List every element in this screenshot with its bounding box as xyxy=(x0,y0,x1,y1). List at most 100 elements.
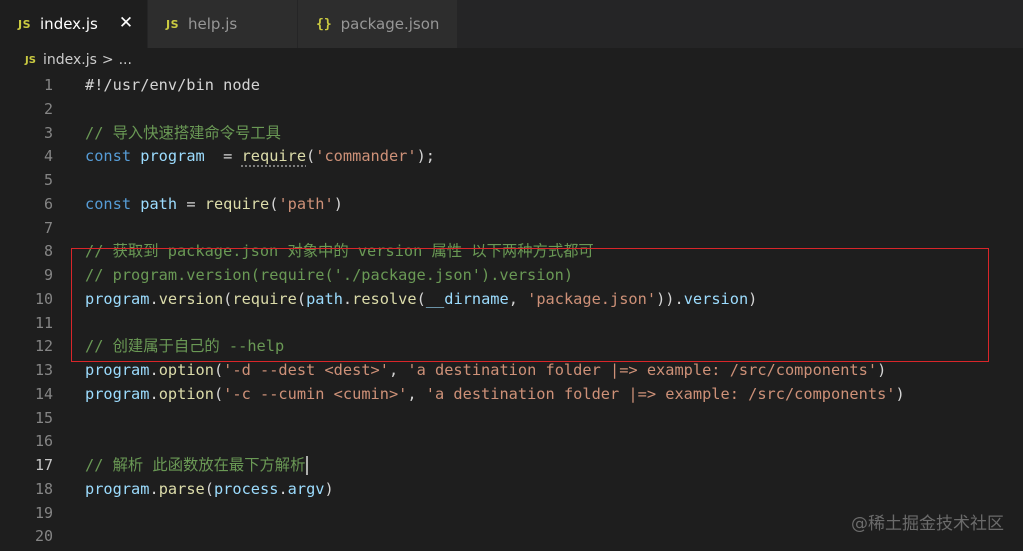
breadcrumb-more[interactable]: ... xyxy=(119,52,132,68)
code-token: program xyxy=(85,384,150,403)
code-token: const xyxy=(85,147,141,166)
code-token: ) xyxy=(748,289,758,308)
tab-help-js[interactable]: JS help.js xyxy=(148,0,298,48)
code-token: )). xyxy=(656,289,684,308)
code-line[interactable]: 11 xyxy=(0,311,1023,335)
tab-label: index.js xyxy=(40,15,98,33)
code-token: // 解析 此函数放在最下方解析 xyxy=(85,456,306,474)
line-number: 1 xyxy=(43,76,53,94)
code-content[interactable]: const program = require('commander'); xyxy=(85,144,435,168)
code-token: = xyxy=(177,194,205,213)
javascript-file-icon: JS xyxy=(25,54,36,66)
tab-bar: JS index.js ✕ JS help.js {} package.json xyxy=(0,0,1023,48)
code-token: path xyxy=(306,289,343,308)
code-line[interactable]: 15 xyxy=(0,406,1023,430)
code-token: = xyxy=(204,147,242,166)
code-token: , xyxy=(508,289,528,308)
code-token: // 导入快速搭建命令号工具 xyxy=(85,123,281,142)
text-cursor xyxy=(306,456,309,475)
line-number: 4 xyxy=(43,147,53,166)
line-number: 13 xyxy=(34,361,53,379)
line-number: 20 xyxy=(34,527,53,546)
code-token: const xyxy=(85,194,141,213)
code-line[interactable]: 17 // 解析 此函数放在最下方解析 xyxy=(0,453,1023,477)
code-token: . xyxy=(149,289,159,308)
code-token: require xyxy=(232,289,297,308)
line-number: 7 xyxy=(43,218,53,237)
line-number: 12 xyxy=(34,337,53,356)
tab-label: help.js xyxy=(188,15,238,33)
line-number: 11 xyxy=(34,313,53,332)
code-content[interactable]: // 获取到 package.json 对象中的 version 属性 以下两种… xyxy=(85,239,594,263)
code-token: require xyxy=(241,147,307,166)
line-number: 5 xyxy=(43,171,53,189)
tab-package-json[interactable]: {} package.json xyxy=(298,0,458,48)
code-content[interactable]: #!/usr/env/bin node xyxy=(85,73,260,97)
close-icon[interactable]: ✕ xyxy=(117,14,135,32)
code-token: '-c --cumin <cumin>' xyxy=(223,384,408,403)
code-token: ); xyxy=(416,147,435,166)
code-token: require xyxy=(204,194,270,213)
code-content[interactable]: program.option('-d --dest <dest>', 'a de… xyxy=(85,358,886,382)
code-line[interactable]: 2 xyxy=(0,97,1023,121)
line-number: 6 xyxy=(43,194,53,213)
line-number: 2 xyxy=(43,99,53,118)
breadcrumb: JS index.js > ... xyxy=(0,48,1023,72)
code-line[interactable]: 4 const program = require('commander'); xyxy=(0,144,1023,168)
code-token: #!/usr/env/bin node xyxy=(85,76,260,94)
code-token: ( xyxy=(416,289,426,308)
code-token: path xyxy=(140,194,178,213)
code-token: program xyxy=(85,289,150,308)
code-token: // 创建属于自己的 --help xyxy=(85,337,285,356)
code-token: ) xyxy=(333,194,343,213)
code-content[interactable]: // 创建属于自己的 --help xyxy=(85,334,284,358)
code-token: option xyxy=(158,361,214,379)
code-editor-window: JS index.js ✕ JS help.js {} package.json… xyxy=(0,0,1023,551)
line-number: 8 xyxy=(43,242,53,261)
code-token: ) xyxy=(895,384,905,403)
code-token: program xyxy=(85,361,150,379)
code-line[interactable]: 8 // 获取到 package.json 对象中的 version 属性 以下两… xyxy=(0,239,1023,263)
code-token: version xyxy=(683,289,749,308)
code-content[interactable]: program.parse(process.argv) xyxy=(85,477,334,501)
code-line[interactable]: 3 // 导入快速搭建命令号工具 xyxy=(0,121,1023,145)
line-number: 16 xyxy=(34,432,53,451)
code-content[interactable]: const path = require('path') xyxy=(85,192,343,216)
code-line[interactable]: 7 xyxy=(0,216,1023,240)
code-content[interactable]: // program.version(require('./package.js… xyxy=(85,263,573,287)
tab-label: package.json xyxy=(340,15,440,33)
code-content[interactable]: program.version(require(path.resolve(__d… xyxy=(85,287,757,311)
code-token: 'package.json' xyxy=(527,289,657,308)
code-token: ( xyxy=(204,479,214,498)
code-token: ( xyxy=(306,147,316,166)
code-token: ( xyxy=(223,289,233,308)
code-token: ( xyxy=(296,289,307,308)
code-line[interactable]: 12 // 创建属于自己的 --help xyxy=(0,334,1023,358)
code-token: , xyxy=(407,384,426,403)
tab-index-js[interactable]: JS index.js ✕ xyxy=(0,0,148,48)
code-line[interactable]: 16 xyxy=(0,429,1023,453)
code-line[interactable]: 9 // program.version(require('./package.j… xyxy=(0,263,1023,287)
code-content[interactable]: // 解析 此函数放在最下方解析 xyxy=(85,453,309,477)
code-line[interactable]: 18 program.parse(process.argv) xyxy=(0,477,1023,501)
line-number: 15 xyxy=(34,408,53,427)
code-token: ( xyxy=(213,384,224,403)
code-token: 'path' xyxy=(278,194,334,213)
code-line[interactable]: 6 const path = require('path') xyxy=(0,192,1023,216)
code-token: ( xyxy=(213,361,224,379)
code-line[interactable]: 1 #!/usr/env/bin node xyxy=(0,73,1023,97)
breadcrumb-file[interactable]: index.js xyxy=(43,52,97,68)
code-line[interactable]: 14 program.option('-c --cumin <cumin>', '… xyxy=(0,382,1023,406)
code-content[interactable]: program.option('-c --cumin <cumin>', 'a … xyxy=(85,382,905,406)
watermark: @稀土掘金技术社区 xyxy=(851,514,1004,534)
code-line[interactable]: 13 program.option('-d --dest <dest>', 'a … xyxy=(0,358,1023,382)
code-token: 'a destination folder |=> example: /src/… xyxy=(425,384,896,403)
code-line[interactable]: 10 program.version(require(path.resolve(_… xyxy=(0,287,1023,311)
chevron-right-icon: > xyxy=(101,52,114,68)
code-line[interactable]: 5 xyxy=(0,168,1023,192)
code-token: , xyxy=(388,361,408,379)
editor-area[interactable]: 1 #!/usr/env/bin node 2 3 // 导入快速搭建命令号工具 4 con… xyxy=(0,72,1023,551)
code-content[interactable]: // 导入快速搭建命令号工具 xyxy=(85,121,281,145)
code-token: 'commander' xyxy=(315,147,417,166)
code-token: argv xyxy=(287,479,325,498)
